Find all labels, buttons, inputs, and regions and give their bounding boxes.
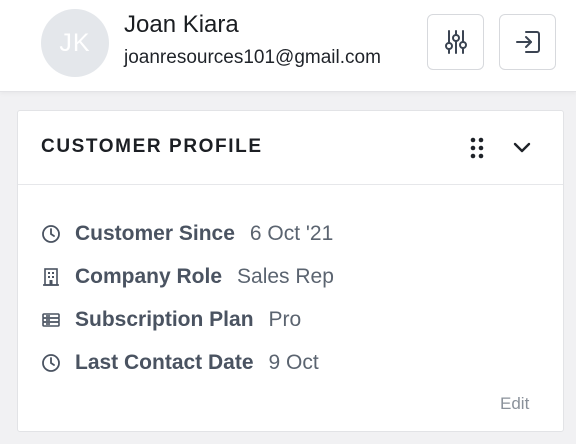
property-label: Subscription Plan — [75, 307, 254, 331]
property-row-customer-since: Customer Since 6 Oct '21 — [41, 212, 541, 255]
profile-properties: Customer Since 6 Oct '21 Company Role Sa… — [41, 212, 541, 384]
property-row-subscription-plan: Subscription Plan Pro — [41, 298, 541, 341]
edit-link[interactable]: Edit — [500, 394, 529, 414]
user-name: Joan Kiara — [124, 11, 239, 38]
stack-icon — [41, 309, 63, 331]
property-value: Sales Rep — [237, 264, 334, 288]
property-value: 9 Oct — [268, 350, 319, 374]
property-value: 6 Oct '21 — [249, 221, 334, 245]
avatar[interactable]: JK — [41, 9, 109, 77]
drag-handle-icon[interactable] — [467, 135, 487, 161]
clock-icon — [41, 223, 63, 245]
property-row-company-role: Company Role Sales Rep — [41, 255, 541, 298]
filter-settings-button[interactable] — [427, 14, 484, 70]
building-icon — [41, 266, 63, 288]
profile-header: JK Joan Kiara joanresources101@gmail.com — [0, 0, 576, 92]
sliders-icon — [444, 30, 467, 54]
card-header: CUSTOMER PROFILE — [18, 111, 563, 185]
user-email: joanresources101@gmail.com — [124, 47, 381, 68]
clock-icon — [41, 352, 63, 374]
customer-profile-card: CUSTOMER PROFILE Customer Since 6 Oct '2… — [17, 110, 564, 432]
property-row-last-contact-date: Last Contact Date 9 Oct — [41, 341, 541, 384]
exit-icon — [515, 31, 540, 53]
chevron-down-icon[interactable] — [510, 135, 534, 159]
card-title: CUSTOMER PROFILE — [41, 136, 263, 157]
exit-button[interactable] — [499, 14, 556, 70]
property-value: Pro — [268, 307, 302, 331]
property-label: Company Role — [75, 264, 223, 288]
property-label: Customer Since — [75, 221, 235, 245]
property-label: Last Contact Date — [75, 350, 254, 374]
avatar-initials: JK — [59, 28, 91, 57]
